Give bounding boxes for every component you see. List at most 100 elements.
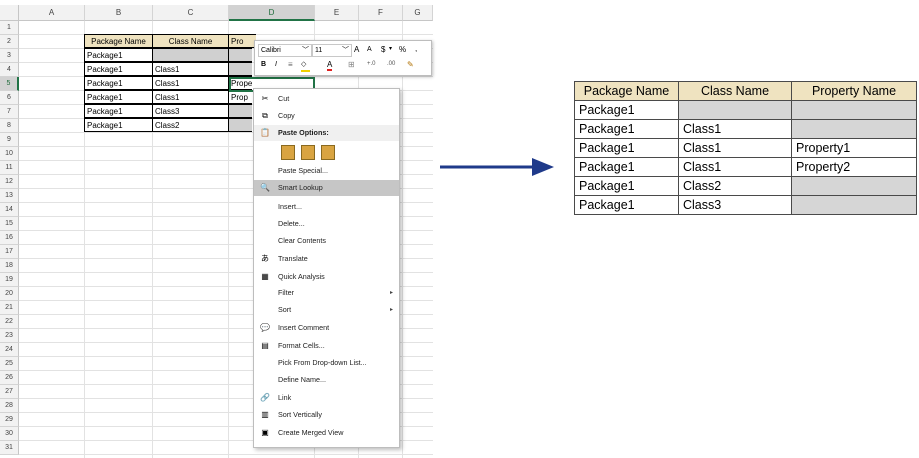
row-header-14[interactable]: 14 (0, 203, 19, 217)
sheet-cell[interactable]: Class2 (152, 118, 229, 132)
sheet-cell[interactable]: Prop (228, 90, 252, 104)
sheet-cell[interactable] (228, 62, 252, 76)
column-header-a[interactable]: A (19, 5, 85, 21)
sheet-header-cell[interactable]: Package Name (84, 34, 153, 48)
row-header-21[interactable]: 21 (0, 301, 19, 315)
menu-item-filter[interactable]: Filter ▸ (254, 285, 399, 301)
row-header-29[interactable]: 29 (0, 413, 19, 427)
sheet-cell[interactable]: Package1 (84, 62, 153, 76)
menu-item-cut[interactable]: ✂ Cut (254, 91, 399, 107)
row-header-3[interactable]: 3 (0, 49, 19, 63)
comma-style-icon[interactable]: , (415, 44, 417, 53)
row-header-7[interactable]: 7 (0, 105, 19, 119)
result-table-row: Package1 Class1 Property2 (574, 157, 917, 177)
row-header-9[interactable]: 9 (0, 133, 19, 147)
menu-item-format-cells[interactable]: ▤ Format Cells... (254, 338, 399, 354)
row-header-31[interactable]: 31 (0, 441, 19, 455)
chevron-down-icon: ﹀ (302, 47, 309, 54)
row-header-10[interactable]: 10 (0, 147, 19, 161)
row-header-30[interactable]: 30 (0, 427, 19, 441)
row-header-24[interactable]: 24 (0, 343, 19, 357)
row-header-26[interactable]: 26 (0, 371, 19, 385)
sheet-cell[interactable]: Class1 (152, 76, 229, 90)
column-header-g[interactable]: G (403, 5, 433, 21)
grow-font-icon[interactable]: A (354, 45, 359, 54)
row-header-17[interactable]: 17 (0, 245, 19, 259)
row-header-5[interactable]: 5 (0, 77, 19, 91)
sheet-cell[interactable] (228, 104, 252, 118)
sheet-cell[interactable]: Package1 (84, 118, 153, 132)
row-header-6[interactable]: 6 (0, 91, 19, 105)
row-header-18[interactable]: 18 (0, 259, 19, 273)
row-header-2[interactable]: 2 (0, 35, 19, 49)
menu-item-paste-options: 📋 Paste Options: (254, 125, 399, 141)
menu-item-copy[interactable]: ⧉ Copy (254, 108, 399, 124)
menu-item-sort[interactable]: Sort ▸ (254, 302, 399, 318)
sheet-cell[interactable] (228, 48, 252, 62)
align-icon[interactable]: ≡ (288, 60, 293, 69)
column-header-c[interactable]: C (153, 5, 229, 21)
column-header-b[interactable]: B (85, 5, 153, 21)
increase-decimal-icon[interactable]: +.0 (367, 61, 376, 67)
sheet-cell[interactable]: Package1 (84, 48, 153, 62)
row-header-1[interactable]: 1 (0, 21, 19, 35)
sheet-cell[interactable]: Class1 (152, 90, 229, 104)
sheet-cell[interactable] (152, 48, 229, 62)
sheet-cell[interactable]: Package1 (84, 90, 153, 104)
borders-icon[interactable]: ⊞ (348, 60, 355, 69)
sheet-header-cell[interactable]: Class Name (152, 34, 229, 48)
format-painter-icon[interactable]: ✎ (407, 60, 414, 69)
row-header-28[interactable]: 28 (0, 399, 19, 413)
menu-item-insert[interactable]: Insert... (254, 199, 399, 215)
row-header-20[interactable]: 20 (0, 287, 19, 301)
percent-icon[interactable]: % (399, 45, 406, 54)
sheet-cell[interactable] (228, 118, 252, 132)
shrink-font-icon[interactable]: A (367, 46, 372, 53)
row-header-27[interactable]: 27 (0, 385, 19, 399)
menu-item-paste-variants[interactable] (254, 141, 399, 163)
bold-icon[interactable]: B (261, 61, 266, 68)
menu-item-insert-comment[interactable]: 💬 Insert Comment (254, 320, 399, 336)
row-header-13[interactable]: 13 (0, 189, 19, 203)
result-table: Package Name Class Name Property Name Packa… (574, 81, 917, 215)
sheet-cell[interactable]: Package1 (84, 76, 153, 90)
row-header-12[interactable]: 12 (0, 175, 19, 189)
italic-icon[interactable]: I (275, 61, 277, 68)
row-header-23[interactable]: 23 (0, 329, 19, 343)
menu-item-define-name[interactable]: Define Name... (254, 372, 399, 388)
column-header-f[interactable]: F (359, 5, 403, 21)
menu-item-quick-analysis[interactable]: ▦ Quick Analysis (254, 269, 399, 285)
sheet-cell[interactable]: Class1 (152, 62, 229, 76)
row-header-22[interactable]: 22 (0, 315, 19, 329)
row-header-16[interactable]: 16 (0, 231, 19, 245)
row-header-4[interactable]: 4 (0, 63, 19, 77)
sheet-cell[interactable]: Package1 (84, 104, 153, 118)
menu-item-paste-special[interactable]: Paste Special... (254, 163, 399, 179)
row-header-8[interactable]: 8 (0, 119, 19, 133)
menu-item-link[interactable]: 🔗 Link (254, 390, 399, 406)
result-cell: Property2 (791, 157, 917, 177)
fill-color-icon[interactable]: ◇ (301, 60, 310, 72)
select-all-corner[interactable] (0, 5, 19, 21)
result-cell: Class1 (678, 138, 792, 158)
menu-item-delete[interactable]: Delete... (254, 216, 399, 232)
currency-icon[interactable]: $ (381, 45, 385, 54)
column-header-e[interactable]: E (315, 5, 359, 21)
row-header-19[interactable]: 19 (0, 273, 19, 287)
row-header-11[interactable]: 11 (0, 161, 19, 175)
menu-item-translate[interactable]: あ Translate (254, 251, 399, 267)
column-header-d[interactable]: D (229, 5, 315, 21)
font-name-box[interactable]: Calibri ﹀ (258, 44, 312, 57)
font-size-box[interactable]: 11 ﹀ (312, 44, 352, 57)
menu-item-sort-vertically[interactable]: ▥ Sort Vertically (254, 407, 399, 423)
row-header-25[interactable]: 25 (0, 357, 19, 371)
font-color-icon[interactable]: A (327, 60, 333, 71)
menu-item-create-merged-view[interactable]: ▣ Create Merged View (254, 425, 399, 441)
row-header-15[interactable]: 15 (0, 217, 19, 231)
sheet-header-cell[interactable]: Pro (228, 34, 256, 48)
menu-item-clear-contents[interactable]: Clear Contents (254, 233, 399, 249)
decrease-decimal-icon[interactable]: .00 (387, 61, 395, 67)
menu-item-pick-from-drop-down-list[interactable]: Pick From Drop-down List... (254, 355, 399, 371)
sheet-cell[interactable]: Class3 (152, 104, 229, 118)
menu-item-smart-lookup[interactable]: 🔍 Smart Lookup (254, 180, 399, 196)
